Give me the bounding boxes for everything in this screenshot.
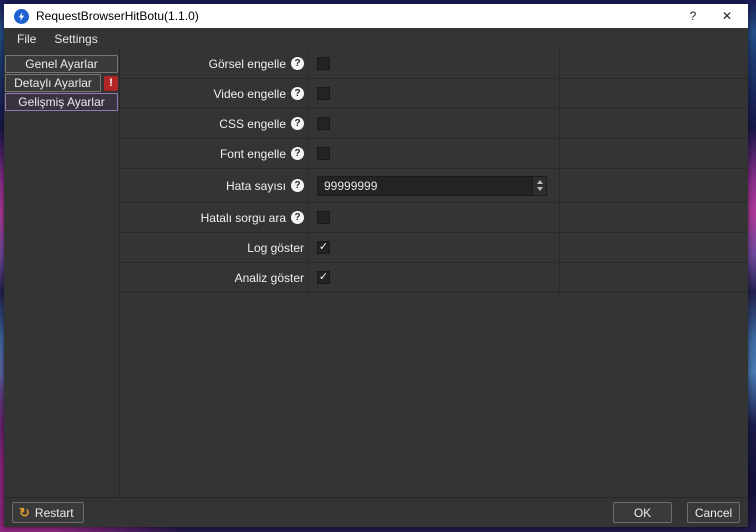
- checkbox[interactable]: [317, 87, 330, 100]
- form-row-empty-cell: [560, 49, 748, 78]
- help-icon[interactable]: ?: [291, 179, 304, 192]
- warning-badge-icon: !: [104, 76, 118, 91]
- form-row-empty-cell: [560, 233, 748, 262]
- help-icon[interactable]: ?: [291, 87, 304, 100]
- form-row: Hatalı sorgu ara?: [120, 203, 748, 233]
- form-row-label-cell: Hatalı sorgu ara?: [120, 203, 308, 232]
- form-row-label-cell: Font engelle?: [120, 139, 308, 168]
- form-row: Görsel engelle?: [120, 49, 748, 79]
- form-row: CSS engelle?: [120, 109, 748, 139]
- form-row-label: Log göster: [247, 241, 304, 255]
- form-row-empty-cell: [560, 139, 748, 168]
- help-icon[interactable]: ?: [291, 147, 304, 160]
- form-row-label: Analiz göster: [235, 271, 304, 285]
- checkbox[interactable]: ✓: [317, 271, 330, 284]
- form-row: Font engelle?: [120, 139, 748, 169]
- form-row-widget-cell: ✓: [308, 263, 560, 292]
- restart-button[interactable]: ↻ Restart: [12, 502, 84, 523]
- sidebar-tab[interactable]: Gelişmiş Ayarlar: [5, 93, 118, 111]
- sidebar-tab-row: Gelişmiş Ayarlar: [5, 93, 118, 111]
- spinbox-down-icon[interactable]: [537, 187, 543, 191]
- form-row-label: Font engelle: [220, 147, 286, 161]
- form-row-label: CSS engelle: [219, 117, 286, 131]
- footer-bar: ↻ Restart OK Cancel: [4, 497, 748, 527]
- form-row-widget-cell: [308, 49, 560, 78]
- menu-item-settings[interactable]: Settings: [45, 30, 106, 48]
- form-row-label: Video engelle: [213, 87, 286, 101]
- form-row-widget-cell: [308, 203, 560, 232]
- form-row-label-cell: CSS engelle?: [120, 109, 308, 138]
- sidebar: Genel AyarlarDetaylı Ayarlar!Gelişmiş Ay…: [4, 49, 120, 497]
- help-icon[interactable]: ?: [291, 211, 304, 224]
- form-panel: Görsel engelle?Video engelle?CSS engelle…: [120, 49, 748, 497]
- sidebar-tab[interactable]: Detaylı Ayarlar: [5, 74, 101, 92]
- form-row: Video engelle?: [120, 79, 748, 109]
- window-title: RequestBrowserHitBotu(1.1.0): [36, 9, 676, 23]
- form-row-label-cell: Görsel engelle?: [120, 49, 308, 78]
- form-row-empty-cell: [560, 79, 748, 108]
- form-row-label: Görsel engelle: [209, 57, 286, 71]
- form-row-widget-cell: [308, 139, 560, 168]
- checkbox[interactable]: [317, 117, 330, 130]
- form-row: Analiz göster ✓: [120, 263, 748, 293]
- form-row-widget-cell: ✓: [308, 233, 560, 262]
- ok-button[interactable]: OK: [613, 502, 672, 523]
- spinbox-up-icon[interactable]: [537, 180, 543, 184]
- form-row-widget-cell: [308, 79, 560, 108]
- title-bar: RequestBrowserHitBotu(1.1.0) ? ✕: [4, 4, 748, 28]
- form-row-label-cell: Video engelle?: [120, 79, 308, 108]
- cancel-button[interactable]: Cancel: [687, 502, 740, 523]
- checkbox[interactable]: [317, 57, 330, 70]
- sidebar-tab-row: Genel Ayarlar: [5, 55, 118, 73]
- form-row-label-cell: Log göster: [120, 233, 308, 262]
- form-row: Log göster ✓: [120, 233, 748, 263]
- checkbox[interactable]: [317, 147, 330, 160]
- spinbox-arrows[interactable]: [532, 177, 546, 195]
- spinbox-value: 99999999: [318, 179, 532, 193]
- form-row-widget-cell: 99999999: [308, 169, 560, 202]
- form-row-empty-cell: [560, 263, 748, 292]
- form-row-empty-cell: [560, 203, 748, 232]
- form-row-label-cell: Hata sayısı?: [120, 169, 308, 202]
- help-icon[interactable]: ?: [291, 57, 304, 70]
- refresh-icon: ↻: [19, 506, 30, 519]
- form-row-label: Hata sayısı: [226, 179, 286, 193]
- sidebar-tab[interactable]: Genel Ayarlar: [5, 55, 118, 73]
- menu-bar: FileSettings: [4, 28, 748, 49]
- checkbox[interactable]: ✓: [317, 241, 330, 254]
- form-row-label: Hatalı sorgu ara: [201, 211, 286, 225]
- sidebar-tab-row: Detaylı Ayarlar!: [5, 74, 118, 92]
- form-row: Hata sayısı? 99999999: [120, 169, 748, 203]
- menu-item-file[interactable]: File: [8, 30, 45, 48]
- help-icon[interactable]: ?: [291, 117, 304, 130]
- app-icon: [14, 9, 29, 24]
- form-row-empty-cell: [560, 169, 748, 202]
- content-area: Genel AyarlarDetaylı Ayarlar!Gelişmiş Ay…: [4, 49, 748, 497]
- form-row-label-cell: Analiz göster: [120, 263, 308, 292]
- checkbox[interactable]: [317, 211, 330, 224]
- form-row-empty-cell: [560, 109, 748, 138]
- window-close-button[interactable]: ✕: [710, 4, 744, 28]
- window-help-button[interactable]: ?: [676, 4, 710, 28]
- number-spinbox[interactable]: 99999999: [317, 176, 547, 196]
- form-row-widget-cell: [308, 109, 560, 138]
- restart-button-label: Restart: [35, 506, 74, 520]
- app-window: RequestBrowserHitBotu(1.1.0) ? ✕ FileSet…: [4, 4, 748, 527]
